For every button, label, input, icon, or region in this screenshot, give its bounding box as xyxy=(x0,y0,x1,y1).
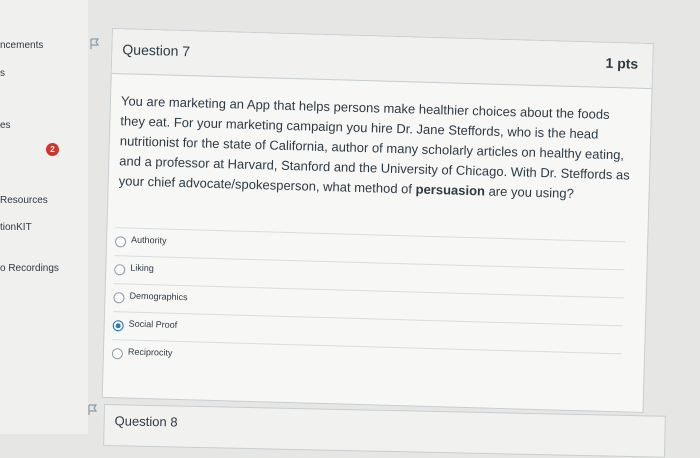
flag-question-icon[interactable] xyxy=(90,38,100,50)
radio-social-proof[interactable] xyxy=(112,320,124,332)
answer-label: Liking xyxy=(130,262,154,274)
flag-question-icon[interactable] xyxy=(88,404,98,416)
question-text-main: You are marketing an App that helps pers… xyxy=(118,93,630,197)
answer-label: Authority xyxy=(130,234,167,246)
question-title: Question 7 xyxy=(122,41,191,60)
radio-liking[interactable] xyxy=(114,264,126,276)
answer-list: Authority Liking Demographics Social Pro… xyxy=(111,227,626,382)
radio-authority[interactable] xyxy=(114,236,127,248)
question-8-card: Question 8 xyxy=(103,404,666,458)
nav-item-2[interactable]: s xyxy=(0,68,5,79)
course-nav-sidebar: ncements s es 2 Resources tionKIT o Reco… xyxy=(0,0,88,434)
nav-item-3[interactable]: es xyxy=(0,120,11,131)
question-text: You are marketing an App that helps pers… xyxy=(118,91,633,205)
notification-badge: 2 xyxy=(46,143,59,156)
question-text-bold: persuasion xyxy=(415,181,486,199)
question-7-card: Question 7 1 pts You are marketing an Ap… xyxy=(101,28,654,413)
question-text-end: are you using? xyxy=(484,183,575,201)
answer-label: Demographics xyxy=(129,290,188,303)
answer-label: Social Proof xyxy=(128,318,178,330)
answer-label: Reciprocity xyxy=(127,346,173,358)
question-header: Question 7 1 pts xyxy=(111,29,653,90)
nav-item-resources[interactable]: Resources xyxy=(0,195,48,206)
radio-demographics[interactable] xyxy=(113,292,125,304)
nav-item-kit[interactable]: tionKIT xyxy=(0,222,32,233)
question-points: 1 pts xyxy=(605,54,639,72)
nav-item-recordings[interactable]: o Recordings xyxy=(0,263,59,274)
radio-reciprocity[interactable] xyxy=(111,348,124,360)
nav-item-announcements[interactable]: ncements xyxy=(0,40,43,51)
question-8-title: Question 8 xyxy=(114,413,178,430)
